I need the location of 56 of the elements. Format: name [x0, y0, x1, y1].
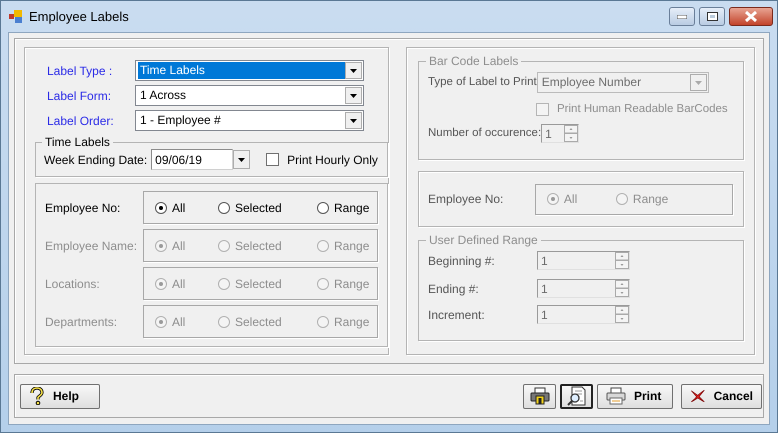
preview-icon	[566, 386, 586, 406]
spin-arrows-icon	[615, 280, 629, 297]
app-icon	[9, 10, 23, 23]
field-label: Label Type :	[46, 62, 114, 80]
field-label: Label Order:	[46, 112, 115, 130]
caret-icon	[238, 158, 246, 162]
field-label: Number of occurence:	[428, 126, 542, 142]
spin-arrows-icon	[615, 306, 629, 323]
caret-icon	[350, 118, 357, 122]
field-label: Employee No:	[45, 200, 122, 216]
spin-field: 1	[537, 279, 630, 298]
field-label: Label Form:	[46, 88, 112, 104]
radio-button[interactable]: Selected	[218, 198, 317, 216]
printer-icon	[530, 387, 550, 405]
field-label: Type of Label to Print	[428, 74, 537, 90]
group-title: Bar Code Labels	[428, 54, 520, 68]
dropdown[interactable]: 1 - Employee #	[135, 110, 364, 131]
spin-field: 1	[537, 305, 630, 324]
minimize-button[interactable]	[669, 7, 695, 26]
field-label: Employee Name:	[45, 238, 138, 254]
print-button[interactable]: Print	[597, 384, 673, 408]
minimize-icon	[677, 14, 687, 18]
radio-button[interactable]: All	[155, 198, 218, 216]
field-label: Increment:	[428, 306, 486, 324]
caret-icon	[350, 68, 357, 72]
field-label: Beginning #:	[428, 252, 496, 270]
checkbox[interactable]: Print Hourly Only	[266, 150, 378, 168]
date-field[interactable]: 09/06/19	[151, 149, 234, 170]
caret-icon	[694, 80, 702, 84]
field-label: Departments:	[45, 314, 118, 330]
print-preview-button[interactable]	[560, 384, 593, 408]
group-title: User Defined Range	[428, 233, 539, 247]
close-button[interactable]	[729, 7, 773, 26]
maximize-button[interactable]	[699, 7, 725, 26]
spin-arrows-icon	[564, 125, 578, 142]
dropdown-button[interactable]	[233, 150, 250, 169]
field-label: Week Ending Date:	[44, 152, 148, 168]
printer-icon	[606, 387, 626, 405]
dropdown[interactable]: Time Labels	[135, 60, 364, 81]
maximize-icon	[706, 12, 718, 21]
close-icon	[744, 11, 758, 22]
spin-arrows-icon	[615, 252, 629, 269]
cancel-button[interactable]: Cancel	[681, 384, 762, 408]
question-icon	[29, 387, 45, 405]
field-label: Employee No:	[428, 191, 504, 208]
printer-setup-button[interactable]	[523, 384, 556, 408]
window-title: Employee Labels	[29, 8, 129, 26]
help-button[interactable]: Help	[20, 384, 100, 408]
group-title: Time Labels	[44, 135, 111, 149]
field-label: Ending #:	[428, 280, 480, 298]
radio-button[interactable]: Range	[317, 198, 370, 216]
caret-icon	[350, 94, 357, 98]
spin-field: 1	[537, 251, 630, 270]
field-label: Locations:	[45, 276, 101, 292]
spin-field: 1	[541, 124, 580, 144]
dropdown[interactable]: 1 Across	[135, 85, 364, 106]
